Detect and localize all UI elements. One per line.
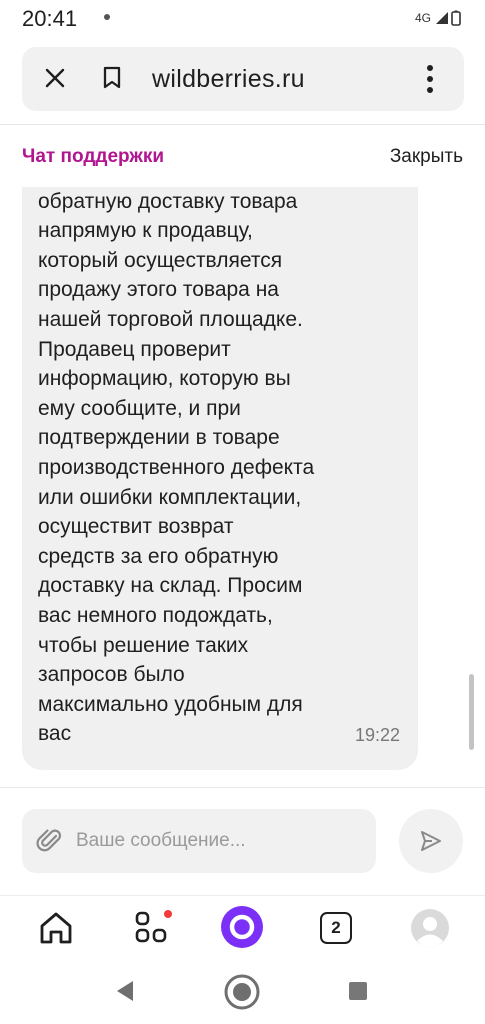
more-vert-icon xyxy=(427,65,433,93)
status-bar: 20:41 4G xyxy=(0,0,485,42)
chat-header: Чат поддержки Закрыть xyxy=(0,125,485,187)
attach-button[interactable] xyxy=(36,827,64,860)
support-message-bubble: возврате средств заобратную доставку тов… xyxy=(22,187,418,770)
divider xyxy=(0,787,485,788)
chat-close-button[interactable]: Закрыть xyxy=(390,146,463,168)
message-input[interactable] xyxy=(76,827,366,855)
message-line: информацию, которую вы xyxy=(38,367,291,391)
nav-alice[interactable] xyxy=(220,905,264,949)
notification-dot-icon xyxy=(104,14,110,20)
nav-profile[interactable] xyxy=(408,906,452,950)
status-icons: 4G xyxy=(415,10,461,26)
message-line: вас немного подождать, xyxy=(38,603,273,627)
chat-title: Чат поддержки xyxy=(22,146,165,167)
message-line: запросов было xyxy=(38,663,185,687)
message-line: Продавец проверит xyxy=(38,337,231,361)
message-list[interactable]: возврате средств заобратную доставку тов… xyxy=(0,187,485,787)
back-icon xyxy=(117,981,133,1001)
message-line: обратную доставку товара xyxy=(38,189,298,213)
message-line: подтверждении в товаре xyxy=(38,426,280,450)
message-line: доставку на склад. Просим xyxy=(38,574,303,598)
status-time: 20:41 xyxy=(22,6,78,31)
close-tab-button[interactable] xyxy=(44,67,66,94)
message-line: который осуществляется xyxy=(38,248,283,272)
system-nav-bar xyxy=(0,960,485,1024)
message-line: нашей торговой площадке. xyxy=(38,307,303,331)
message-line: напрямую к продавцу, xyxy=(38,219,253,243)
battery-icon xyxy=(451,10,461,26)
divider xyxy=(0,895,485,896)
message-line: или ошибки комплектации, xyxy=(38,485,302,509)
bookmark-button[interactable] xyxy=(102,66,122,95)
home-circle-icon xyxy=(224,974,260,1010)
cart-count-icon: 2 xyxy=(320,912,352,944)
nav-home[interactable] xyxy=(34,906,78,950)
catalog-badge xyxy=(163,909,173,919)
close-icon xyxy=(45,68,65,88)
profile-icon xyxy=(411,909,449,947)
paperclip-icon xyxy=(36,829,62,852)
message-text: возврате средств заобратную доставку тов… xyxy=(38,187,338,749)
scrollbar[interactable] xyxy=(469,674,474,750)
system-home-button[interactable] xyxy=(223,973,261,1016)
browser-menu-button[interactable] xyxy=(424,64,436,99)
send-button[interactable] xyxy=(399,809,463,873)
message-composer xyxy=(22,809,376,873)
message-line: производственного дефекта xyxy=(38,455,315,479)
network-type: 4G xyxy=(414,11,431,25)
message-line: продажу этого товара на xyxy=(38,278,279,302)
alice-icon xyxy=(221,906,263,948)
message-line: вас xyxy=(38,722,72,746)
message-time: 19:22 xyxy=(354,725,400,745)
message-line: ему сообщите, и при xyxy=(38,396,241,420)
message-line: максимально удобным для xyxy=(38,692,303,716)
system-back-button[interactable] xyxy=(115,980,135,1007)
bookmark-icon xyxy=(103,66,121,89)
message-line: средств за его обратную xyxy=(38,544,279,568)
recent-apps-icon[interactable] xyxy=(349,982,367,1000)
url-text[interactable]: wildberries.ru xyxy=(152,65,305,94)
send-icon xyxy=(421,831,441,851)
message-line: осуществит возврат xyxy=(38,515,234,539)
signal-icon xyxy=(436,12,448,24)
message-line: чтобы решение таких xyxy=(38,633,249,657)
home-icon xyxy=(40,912,72,944)
browser-url-bar: wildberries.ru xyxy=(22,47,464,111)
nav-cart[interactable]: 2 xyxy=(314,906,358,950)
nav-catalog[interactable] xyxy=(132,906,176,950)
